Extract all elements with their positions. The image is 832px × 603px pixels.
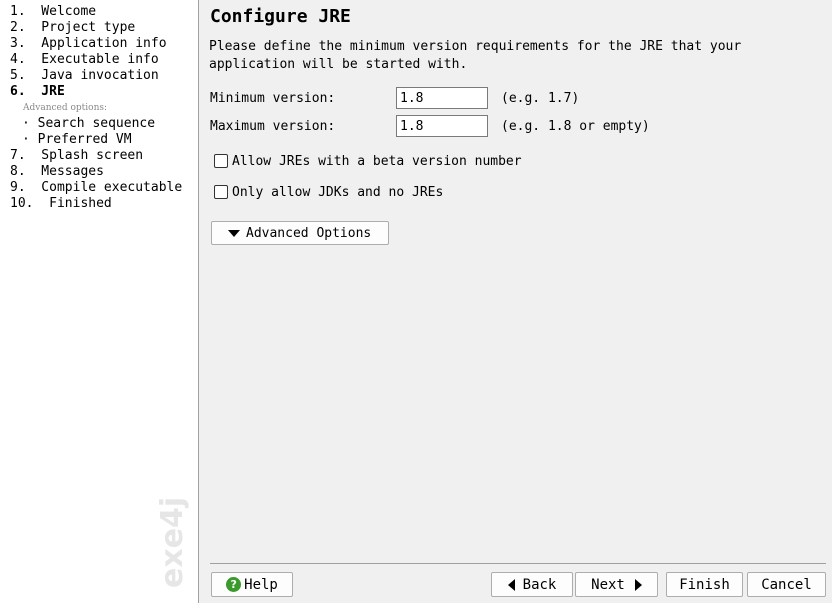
advanced-options-button-label: Advanced Options [246,225,372,241]
back-button[interactable]: Back [491,572,573,597]
step-search-sequence[interactable]: · Search sequence [22,116,155,132]
minimum-version-input[interactable] [396,87,488,109]
minimum-version-label: Minimum version: [210,91,336,106]
maximum-version-label: Maximum version: [210,119,336,134]
only-jdk-label: Only allow JDKs and no JREs [232,184,444,200]
finish-button-label: Finish [679,576,730,593]
advanced-options-button[interactable]: Advanced Options [211,221,389,245]
watermark-text: exe4j [155,497,190,588]
configure-jre-panel: Configure JRE Please define the minimum … [200,0,832,603]
step-compile-executable[interactable]: 9. Compile executable [10,180,182,196]
step-preferred-vm[interactable]: · Preferred VM [22,132,132,148]
arrow-left-icon [507,578,515,591]
cancel-button-label: Cancel [761,576,812,593]
help-button[interactable]: ? Help [211,572,293,597]
step-java-invocation[interactable]: 5. Java invocation [10,68,159,84]
advanced-options-label: Advanced options: [23,103,108,113]
page-title: Configure JRE [210,6,351,27]
step-splash-screen[interactable]: 7. Splash screen [10,148,143,164]
step-jre[interactable]: 6. JRE [10,84,65,100]
help-question-icon: ? [226,577,242,592]
only-jdk-option[interactable]: Only allow JDKs and no JREs [214,183,443,201]
minimum-version-hint: (e.g. 1.7) [501,91,580,106]
step-messages[interactable]: 8. Messages [10,164,104,180]
footer-separator [210,563,826,564]
maximum-version-hint: (e.g. 1.8 or empty) [501,119,650,134]
step-finished[interactable]: 10. Finished [10,196,112,212]
arrow-right-icon [634,578,642,591]
finish-button[interactable]: Finish [666,572,743,597]
maximum-version-input[interactable] [396,115,488,137]
page-description: Please define the minimum version requir… [209,39,742,72]
step-application-info[interactable]: 3. Application info [10,36,167,52]
help-button-label: Help [244,576,278,593]
back-button-label: Back [522,576,557,593]
allow-beta-jre-checkbox[interactable] [214,154,228,168]
step-executable-info[interactable]: 4. Executable info [10,52,159,68]
step-project-type[interactable]: 2. Project type [10,20,135,36]
allow-beta-jre-label: Allow JREs with a beta version number [232,153,522,169]
exe4j-watermark-logo: exe4j [155,497,190,588]
allow-beta-jre-option[interactable]: Allow JREs with a beta version number [214,152,522,170]
wizard-steps-sidebar: 1. Welcome 2. Project type 3. Applicatio… [0,0,199,603]
triangle-down-icon [228,229,240,237]
only-jdk-checkbox[interactable] [214,185,228,199]
cancel-button[interactable]: Cancel [747,572,826,597]
next-button-label: Next [591,576,625,593]
next-button[interactable]: Next [575,572,658,597]
step-welcome[interactable]: 1. Welcome [10,4,96,20]
